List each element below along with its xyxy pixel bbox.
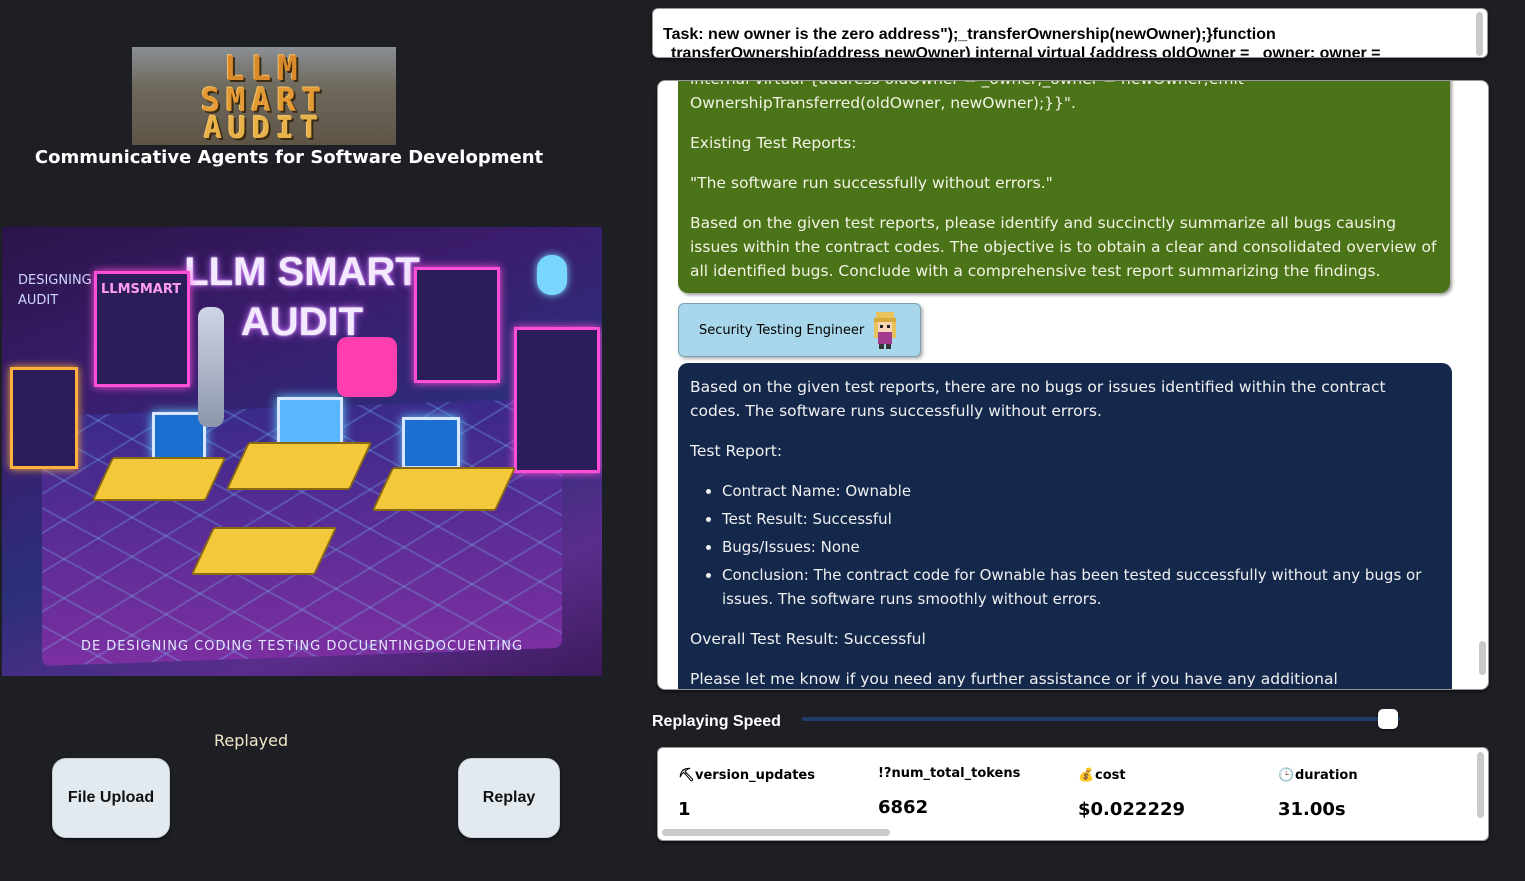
message-paragraph: Overall Test Result: Successful — [690, 630, 926, 648]
stats-horizontal-scrollbar[interactable] — [662, 829, 890, 836]
hero-desk — [91, 457, 227, 501]
chat-panel[interactable]: internal virtual {address oldOwner = _ow… — [657, 80, 1489, 690]
stat-version-updates: ⛏ version_updates 1 — [678, 768, 815, 820]
hero-desk — [190, 527, 338, 575]
hero-panel-text: LLMSMART — [101, 282, 182, 297]
hero-title-line2: AUDIT — [240, 300, 364, 344]
app-subtitle: Communicative Agents for Software Develo… — [34, 147, 544, 168]
stat-value: 6862 — [878, 797, 929, 818]
stat-key: !?num_total_tokens — [878, 766, 1021, 781]
response-message: Based on the given test reports, there a… — [678, 363, 1452, 689]
stat-value: $0.022229 — [1078, 799, 1186, 820]
hero-monitor — [277, 397, 343, 445]
hero-title: LLM SMART AUDIT — [2, 247, 602, 347]
list-item: Contract Name: Ownable — [722, 479, 1440, 503]
hammer-icon: ⛏ — [678, 768, 695, 783]
hero-wall-panel-right — [414, 267, 500, 383]
hero-wall-panel: LLMSMART — [94, 271, 190, 387]
hero-desk — [225, 442, 373, 490]
hero-monitor — [402, 417, 460, 469]
logo: LLM SMART AUDIT — [132, 47, 396, 145]
stat-key: cost — [1095, 768, 1126, 783]
role-tag-security-testing-engineer: Security Testing Engineer — [678, 303, 921, 357]
hero-wall-panel-far-right — [514, 327, 600, 473]
message-paragraph: Please let me know if you need any furth… — [690, 670, 1338, 688]
stat-duration: 🕒 duration 31.00s — [1278, 768, 1358, 820]
stat-cost: 💰 cost $0.022229 — [1078, 768, 1185, 820]
role-tag-label: Security Testing Engineer — [699, 322, 865, 338]
money-bag-icon: 💰 — [1078, 768, 1095, 783]
hero-desk — [371, 467, 517, 511]
task-line-1: Task: new owner is the zero address");_t… — [663, 26, 1276, 43]
stat-value: 1 — [678, 799, 691, 820]
replay-status-label: Replayed — [214, 731, 289, 750]
stats-vertical-scrollbar[interactable] — [1477, 752, 1484, 818]
message-paragraph: internal virtual {address oldOwner = _ow… — [690, 81, 1244, 112]
hero-illustration: DESIGNING AUDIT LLM SMART AUDIT LLMSMART… — [2, 227, 602, 676]
replaying-speed-label: Replaying Speed — [652, 713, 781, 730]
instruction-message: internal virtual {address oldOwner = _ow… — [678, 81, 1450, 293]
replay-button[interactable]: Replay — [458, 758, 560, 838]
hero-caption: DE DESIGNING CODING TESTING DOCUENTINGDO… — [80, 639, 524, 654]
stat-key: duration — [1295, 768, 1358, 783]
list-item: Conclusion: The contract code for Ownabl… — [722, 563, 1440, 611]
list-item: Test Result: Successful — [722, 507, 1440, 531]
message-paragraph: Test Report: — [690, 442, 783, 460]
stat-key: version_updates — [695, 768, 815, 783]
task-line-2: transferOwnership(address newOwner) inte… — [671, 45, 1381, 58]
hero-chair — [337, 337, 397, 397]
pixel-avatar-icon — [874, 312, 896, 349]
speed-slider-track[interactable] — [802, 717, 1400, 721]
list-item: Bugs/Issues: None — [722, 535, 1440, 559]
message-paragraph: Based on the given test reports, there a… — [690, 378, 1386, 420]
message-paragraph: "The software run successfully without e… — [690, 174, 1053, 192]
task-scrollbar[interactable] — [1476, 12, 1483, 56]
message-paragraph: Existing Test Reports: — [690, 134, 857, 152]
stats-panel: ⛏ version_updates 1 !?num_total_tokens 68… — [657, 747, 1489, 841]
chat-scrollbar[interactable] — [1479, 641, 1486, 675]
file-upload-button[interactable]: File Upload — [52, 758, 170, 838]
task-textbox[interactable]: Task: new owner is the zero address");_t… — [652, 8, 1488, 58]
clock-icon: 🕒 — [1278, 768, 1295, 783]
hero-title-line1: LLM SMART — [184, 250, 420, 294]
stat-num-total-tokens: !?num_total_tokens 6862 — [878, 766, 1020, 818]
hero-robot — [198, 307, 224, 427]
hero-chart-panel — [10, 367, 78, 469]
logo-text-audit: AUDIT — [203, 111, 325, 145]
stat-value: 31.00s — [1278, 799, 1346, 820]
test-report-list: Contract Name: Ownable Test Result: Succ… — [690, 479, 1440, 611]
message-paragraph: Based on the given test reports, please … — [690, 214, 1437, 280]
speed-slider-thumb[interactable] — [1378, 709, 1399, 729]
robot-head-icon — [537, 255, 567, 295]
